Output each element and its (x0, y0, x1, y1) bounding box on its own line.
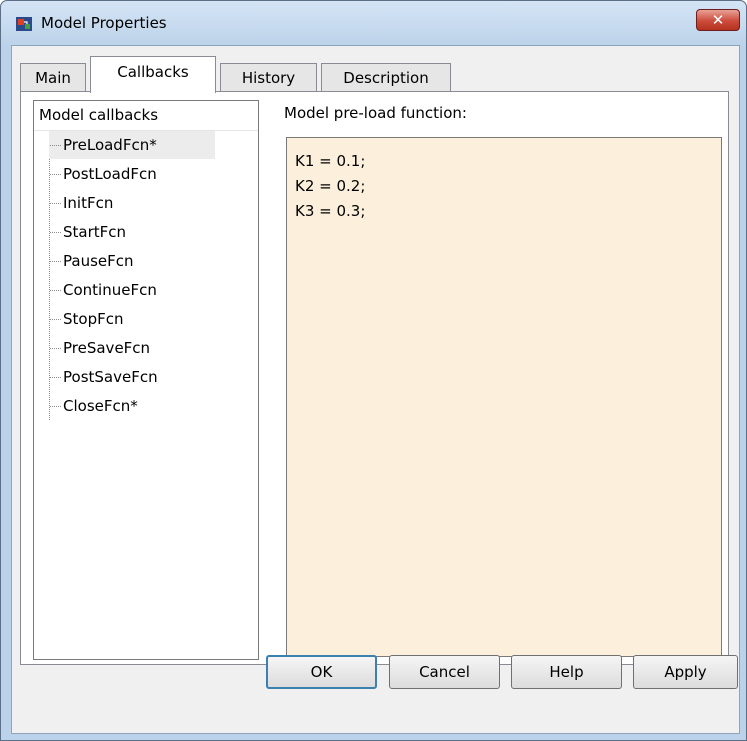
cancel-button-label: Cancel (419, 663, 470, 681)
close-button[interactable]: ✕ (696, 9, 740, 31)
apply-button-label: Apply (664, 663, 707, 681)
tree-item-preloadfcn[interactable]: PreLoadFcn* (49, 131, 215, 159)
close-icon: ✕ (711, 11, 725, 29)
tab-callbacks-label: Callbacks (117, 63, 189, 81)
apply-button[interactable]: Apply (633, 655, 738, 689)
dialog-body: Main Callbacks History Description Model… (11, 45, 740, 734)
model-properties-window: Model Properties ✕ Main Callbacks Histor… (0, 0, 747, 741)
editor-label: Model pre-load function: (284, 104, 467, 122)
code-line: K2 = 0.2; (295, 177, 366, 195)
tree-item-postloadfcn[interactable]: PostLoadFcn (49, 160, 157, 188)
tree-item-stopfcn[interactable]: StopFcn (49, 305, 123, 333)
tab-description-label: Description (343, 69, 429, 87)
ok-button[interactable]: OK (266, 655, 377, 689)
tab-main[interactable]: Main (20, 63, 86, 92)
window-title: Model Properties (41, 14, 167, 32)
tree-item-closefcn[interactable]: CloseFcn* (49, 392, 138, 420)
tab-main-label: Main (35, 69, 71, 87)
tab-history[interactable]: History (220, 63, 317, 92)
ok-button-label: OK (310, 663, 333, 681)
tree-item-pausefcn[interactable]: PauseFcn (49, 247, 134, 275)
tree-header: Model callbacks (34, 101, 258, 131)
tab-description[interactable]: Description (321, 63, 451, 92)
tree-item-startfcn[interactable]: StartFcn (49, 218, 126, 246)
title-bar[interactable]: Model Properties ✕ (1, 1, 746, 45)
simulink-model-icon (16, 17, 32, 31)
cancel-button[interactable]: Cancel (389, 655, 500, 689)
callbacks-panel: Model callbacks PreLoadFcn* PostLoadFcn … (20, 91, 729, 665)
callback-code-editor[interactable]: K1 = 0.1; K2 = 0.2; K3 = 0.3; (286, 137, 722, 657)
tree-item-continuefcn[interactable]: ContinueFcn (49, 276, 157, 304)
tree-item-postsavefcn[interactable]: PostSaveFcn (49, 363, 158, 391)
code-line: K3 = 0.3; (295, 202, 366, 220)
tree-item-presavefcn[interactable]: PreSaveFcn (49, 334, 150, 362)
model-callbacks-tree[interactable]: Model callbacks PreLoadFcn* PostLoadFcn … (33, 100, 259, 660)
tab-history-label: History (241, 69, 296, 87)
tab-callbacks[interactable]: Callbacks (90, 56, 216, 93)
help-button[interactable]: Help (511, 655, 622, 689)
tree-item-initfcn[interactable]: InitFcn (49, 189, 113, 217)
code-line: K1 = 0.1; (295, 152, 366, 170)
help-button-label: Help (549, 663, 584, 681)
